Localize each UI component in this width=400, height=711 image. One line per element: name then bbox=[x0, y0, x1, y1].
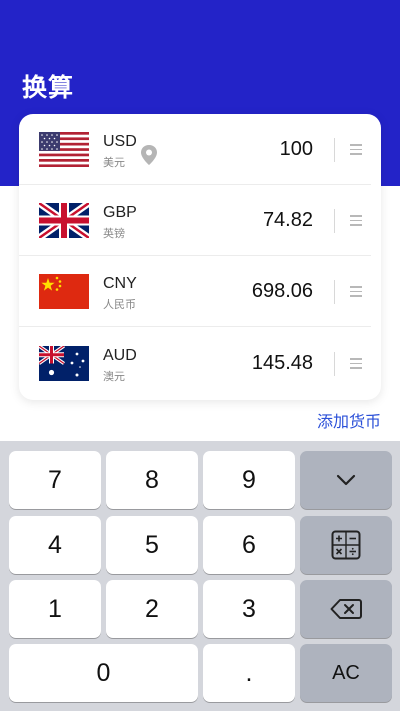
key-0[interactable]: 0 bbox=[9, 644, 198, 702]
key-7[interactable]: 7 bbox=[9, 451, 101, 509]
backspace-button[interactable] bbox=[300, 580, 392, 638]
amount-input[interactable]: 145.48 bbox=[252, 352, 313, 375]
currency-name: 英镑 bbox=[103, 227, 125, 240]
key-6[interactable]: 6 bbox=[203, 516, 295, 574]
drag-handle-icon[interactable] bbox=[350, 144, 362, 156]
chevron-down-icon bbox=[336, 474, 356, 486]
currency-code: GBP bbox=[103, 204, 137, 221]
key-1[interactable]: 1 bbox=[9, 580, 101, 638]
currency-row-usd[interactable]: USD 美元 100 bbox=[19, 114, 381, 185]
key-8[interactable]: 8 bbox=[106, 451, 198, 509]
row-divider bbox=[19, 326, 371, 327]
currency-row-aud[interactable]: AUD 澳元 145.48 bbox=[19, 328, 381, 399]
separator bbox=[334, 138, 335, 162]
currency-code: AUD bbox=[103, 347, 137, 364]
key-2[interactable]: 2 bbox=[106, 580, 198, 638]
currency-code: USD bbox=[103, 133, 137, 150]
currency-row-gbp[interactable]: GBP 英镑 74.82 bbox=[19, 185, 381, 256]
amount-input[interactable]: 74.82 bbox=[263, 209, 313, 232]
add-currency-button[interactable]: 添加货币 bbox=[317, 408, 381, 432]
uk-flag-icon bbox=[39, 203, 89, 238]
separator bbox=[334, 352, 335, 376]
currency-name: 澳元 bbox=[103, 370, 125, 383]
amount-input[interactable]: 698.06 bbox=[252, 280, 313, 303]
currency-row-cny[interactable]: CNY 人民币 698.06 bbox=[19, 256, 381, 327]
currency-name: 美元 bbox=[103, 156, 125, 169]
key-9[interactable]: 9 bbox=[203, 451, 295, 509]
page-title: 换算 bbox=[22, 73, 75, 102]
separator bbox=[334, 209, 335, 233]
collapse-keyboard-button[interactable] bbox=[300, 451, 392, 509]
key-decimal-point[interactable]: . bbox=[203, 644, 295, 702]
key-4[interactable]: 4 bbox=[9, 516, 101, 574]
australia-flag-icon bbox=[39, 346, 89, 381]
drag-handle-icon[interactable] bbox=[350, 358, 362, 370]
currency-code: CNY bbox=[103, 275, 137, 292]
numeric-keypad: 7 8 9 4 5 6 1 2 3 0 . AC bbox=[0, 441, 400, 711]
clear-all-button[interactable]: AC bbox=[300, 644, 392, 702]
amount-input[interactable]: 100 bbox=[280, 138, 313, 161]
drag-handle-icon[interactable] bbox=[350, 286, 362, 298]
location-pin-icon[interactable] bbox=[139, 144, 159, 166]
us-flag-icon bbox=[39, 132, 89, 167]
calculator-button[interactable] bbox=[300, 516, 392, 574]
separator bbox=[334, 280, 335, 304]
backspace-icon bbox=[330, 599, 362, 619]
china-flag-icon bbox=[39, 274, 89, 309]
currency-list: USD 美元 100 GBP 英镑 74.82 CNY 人民币 698.06 A… bbox=[19, 114, 381, 400]
drag-handle-icon[interactable] bbox=[350, 215, 362, 227]
key-5[interactable]: 5 bbox=[106, 516, 198, 574]
calculator-icon bbox=[331, 530, 361, 560]
currency-name: 人民币 bbox=[103, 298, 136, 311]
key-3[interactable]: 3 bbox=[203, 580, 295, 638]
